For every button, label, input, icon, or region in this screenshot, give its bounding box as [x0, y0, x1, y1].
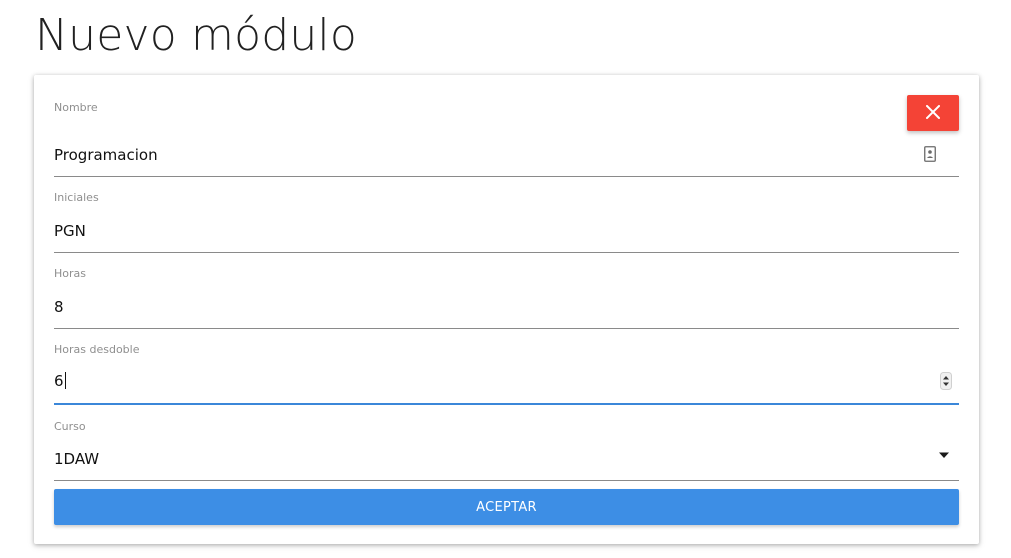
curso-field[interactable]: Curso 1DAW	[54, 404, 959, 481]
spinner-arrows-icon[interactable]	[940, 372, 952, 390]
iniciales-field[interactable]: Iniciales PGN	[54, 176, 959, 253]
horas-desdoble-value: 6	[54, 372, 64, 390]
horas-desdoble-label: Horas desdoble	[54, 343, 140, 356]
curso-select[interactable]: 1DAW	[54, 450, 99, 468]
curso-label: Curso	[54, 420, 86, 433]
horas-desdoble-field[interactable]: Horas desdoble 6	[54, 328, 959, 405]
nombre-label: Nombre	[54, 101, 98, 114]
page-title: Nuevo módulo	[35, 10, 357, 61]
horas-field[interactable]: Horas 8	[54, 252, 959, 329]
horas-input[interactable]: 8	[54, 298, 64, 316]
horas-label: Horas	[54, 267, 86, 280]
iniciales-label: Iniciales	[54, 191, 99, 204]
contact-card-icon[interactable]	[924, 146, 936, 162]
nombre-input[interactable]: Programacion	[54, 146, 158, 164]
horas-desdoble-input[interactable]: 6	[54, 372, 66, 390]
dropdown-arrow-icon[interactable]	[938, 451, 950, 459]
module-form-card: Nombre Programacion Iniciales PGN Horas …	[34, 75, 979, 544]
nombre-field[interactable]: Nombre Programacion	[54, 100, 959, 177]
accept-button[interactable]: ACEPTAR	[54, 489, 959, 525]
text-caret	[64, 372, 66, 389]
iniciales-input[interactable]: PGN	[54, 222, 86, 240]
